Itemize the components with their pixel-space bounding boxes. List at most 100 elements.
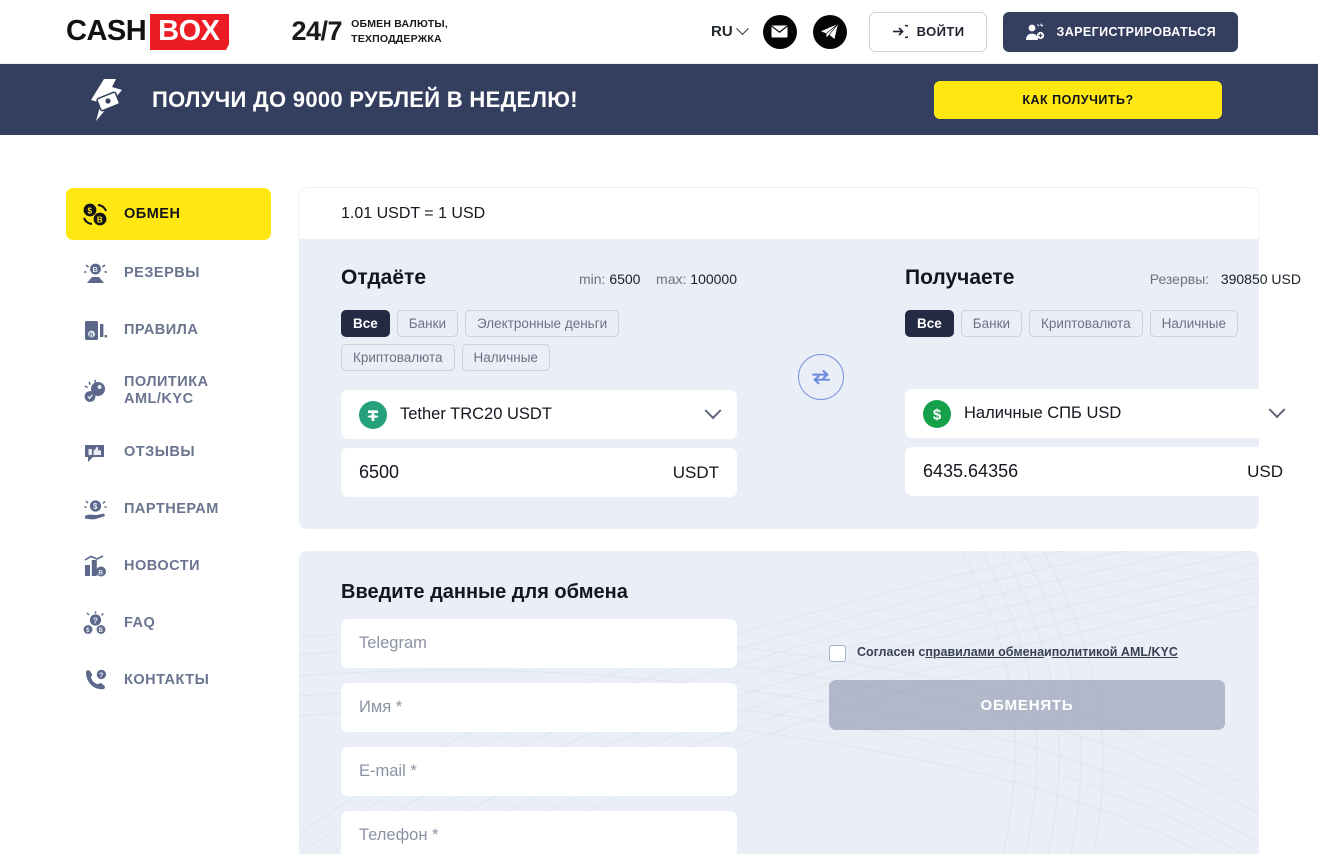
receive-reserves-label: Резервы: <box>1149 271 1210 287</box>
language-code: RU <box>711 23 733 40</box>
svg-text:$: $ <box>933 406 942 423</box>
login-button[interactable]: ВОЙТИ <box>868 11 988 52</box>
sidebar-item-label: ОБМЕН <box>124 206 181 222</box>
exchange-card: Отдаёте min: 6500 max: 100000 Все Банки … <box>299 239 1301 529</box>
svg-text:$: $ <box>87 206 92 215</box>
sidebar-item-aml-policy[interactable]: ПОЛИТИКА AML/KYC <box>66 363 271 419</box>
money-hand-icon <box>91 78 122 121</box>
receive-amount-row: USD <box>905 447 1301 496</box>
svg-text:B: B <box>98 628 103 634</box>
language-switcher[interactable]: RU <box>711 22 749 40</box>
aml-shield-icon <box>80 379 110 404</box>
receive-filter-chip[interactable]: Все <box>905 310 954 337</box>
header-actions: RU ВОЙТИ ЗАРЕГИСТРИРОВАТЬСЯ <box>711 11 1238 52</box>
receive-currency-name: Наличные СПБ USD <box>964 404 1122 422</box>
exchange-rules-link[interactable]: правилами обмена <box>925 645 1044 659</box>
give-min-value: 6500 <box>609 271 641 287</box>
receive-filter-chip[interactable]: Банки <box>960 310 1023 337</box>
main-content: 1.01 USDT = 1 USD Отдаёте min: 6500 max:… <box>299 188 1301 854</box>
firstname-input[interactable] <box>359 698 719 717</box>
sidebar-item-contacts[interactable]: ? КОНТАКТЫ <box>66 656 271 704</box>
give-filter-chip[interactable]: Криптовалюта <box>341 344 455 371</box>
site-logo[interactable]: CASH BOX <box>66 13 229 50</box>
telegram-input[interactable] <box>359 634 719 653</box>
give-filter-chips: Все Банки Электронные деньги Криптовалют… <box>341 310 737 371</box>
sidebar-item-reserves[interactable]: B РЕЗЕРВЫ <box>66 249 271 297</box>
telegram-icon <box>821 23 839 39</box>
register-button-label: ЗАРЕГИСТРИРОВАТЬСЯ <box>1056 24 1216 39</box>
support-promo-hours: 24/7 <box>291 16 343 46</box>
email-input[interactable] <box>359 762 719 781</box>
chevron-down-icon <box>704 401 722 419</box>
exchange-form-fields: Введите данные для обмена <box>341 581 737 854</box>
thumbs-up-icon <box>80 440 110 465</box>
question-coins-icon: ? $ B <box>80 610 110 636</box>
svg-text:?: ? <box>92 615 98 625</box>
give-filter-chip[interactable]: Электронные деньги <box>465 310 620 337</box>
promo-banner-button[interactable]: КАК ПОЛУЧИТЬ? <box>934 80 1222 119</box>
receive-filter-chips: Все Банки Криптовалюта Наличные <box>905 310 1301 337</box>
rules-document-icon: B <box>80 318 110 343</box>
support-promo: 24/7 ОБМЕН ВАЛЮТЫ, ТЕХПОДДЕРЖКА <box>292 16 448 47</box>
receive-amount-input[interactable] <box>923 461 1248 482</box>
give-max-label: max: <box>656 271 687 287</box>
aml-policy-link[interactable]: политикой AML/KYC <box>1052 645 1178 659</box>
give-currency-select[interactable]: Tether TRC20 USDT <box>341 390 737 439</box>
exchange-coins-icon: $ B <box>80 202 110 227</box>
register-button[interactable]: ЗАРЕГИСТРИРОВАТЬСЯ <box>1003 11 1238 52</box>
mail-icon <box>771 25 788 38</box>
email-field <box>341 747 737 796</box>
sidebar-item-exchange[interactable]: $ B ОБМЕН <box>66 188 271 240</box>
receive-reserves: Резервы: 390850 USD <box>1150 271 1301 287</box>
support-promo-line1: ОБМЕН ВАЛЮТЫ, <box>351 18 448 31</box>
user-add-icon <box>1026 23 1045 40</box>
give-title: Отдаёте <box>341 266 426 289</box>
sidebar-item-label: НОВОСТИ <box>124 558 201 574</box>
receive-amount-ticker: USD <box>1247 461 1283 481</box>
receive-header: Получаете Резервы: 390850 USD <box>905 266 1301 296</box>
sidebar-item-reviews[interactable]: ОТЗЫВЫ <box>66 428 271 476</box>
give-min-label: min: <box>578 271 606 287</box>
sidebar-item-partners[interactable]: $ ПАРТНЕРАМ <box>66 485 271 533</box>
receive-filter-chip[interactable]: Наличные <box>1149 310 1238 337</box>
handshake-money-icon: $ <box>80 497 110 522</box>
give-amount-ticker: USDT <box>672 462 719 482</box>
site-header: CASH BOX 24/7 ОБМЕН ВАЛЮТЫ, ТЕХПОДДЕРЖКА… <box>0 0 1318 64</box>
swap-wrapper <box>737 266 905 497</box>
logo-text-box-block: BOX <box>150 13 229 50</box>
login-arrow-icon <box>892 24 908 39</box>
firstname-field <box>341 683 737 732</box>
sidebar-item-news[interactable]: B НОВОСТИ <box>66 542 271 590</box>
sidebar-item-label: ПОЛИТИКА AML/KYC <box>124 373 209 407</box>
logo-text-box: BOX <box>158 14 220 47</box>
receive-filter-chip[interactable]: Криптовалюта <box>1029 310 1143 337</box>
swap-arrows-icon <box>812 369 830 384</box>
mail-button[interactable] <box>762 14 797 49</box>
tether-icon <box>359 400 387 429</box>
exchange-rate-bar: 1.01 USDT = 1 USD <box>299 188 1259 239</box>
submit-exchange-button[interactable]: ОБМЕНЯТЬ <box>829 680 1225 730</box>
telegram-button[interactable] <box>812 14 847 49</box>
exchange-rate-text: 1.01 USDT = 1 USD <box>341 204 486 222</box>
agreement-checkbox[interactable] <box>829 645 846 662</box>
svg-text:$: $ <box>93 502 98 511</box>
give-currency-name: Tether TRC20 USDT <box>400 405 552 423</box>
sidebar-item-faq[interactable]: ? $ B FAQ <box>66 599 271 647</box>
phone-input[interactable] <box>359 826 719 845</box>
chevron-down-icon <box>735 22 749 36</box>
give-filter-chip[interactable]: Все <box>341 310 390 337</box>
receive-currency-select[interactable]: $ Наличные СПБ USD <box>905 389 1301 438</box>
phone-field <box>341 811 737 854</box>
give-amount-input[interactable] <box>359 462 673 483</box>
svg-text:B: B <box>92 265 98 274</box>
sidebar-item-rules[interactable]: B ПРАВИЛА <box>66 306 271 354</box>
login-button-label: ВОЙТИ <box>916 24 965 39</box>
give-column: Отдаёте min: 6500 max: 100000 Все Банки … <box>341 266 737 497</box>
sidebar-item-label: КОНТАКТЫ <box>124 672 210 688</box>
give-filter-chip[interactable]: Банки <box>396 310 459 337</box>
support-promo-line2: ТЕХПОДДЕРЖКА <box>351 32 442 45</box>
sidebar-item-label: ОТЗЫВЫ <box>124 444 196 460</box>
give-filter-chip[interactable]: Наличные <box>461 344 550 371</box>
logo-text-cash: CASH <box>66 15 147 47</box>
swap-direction-button[interactable] <box>798 353 844 400</box>
